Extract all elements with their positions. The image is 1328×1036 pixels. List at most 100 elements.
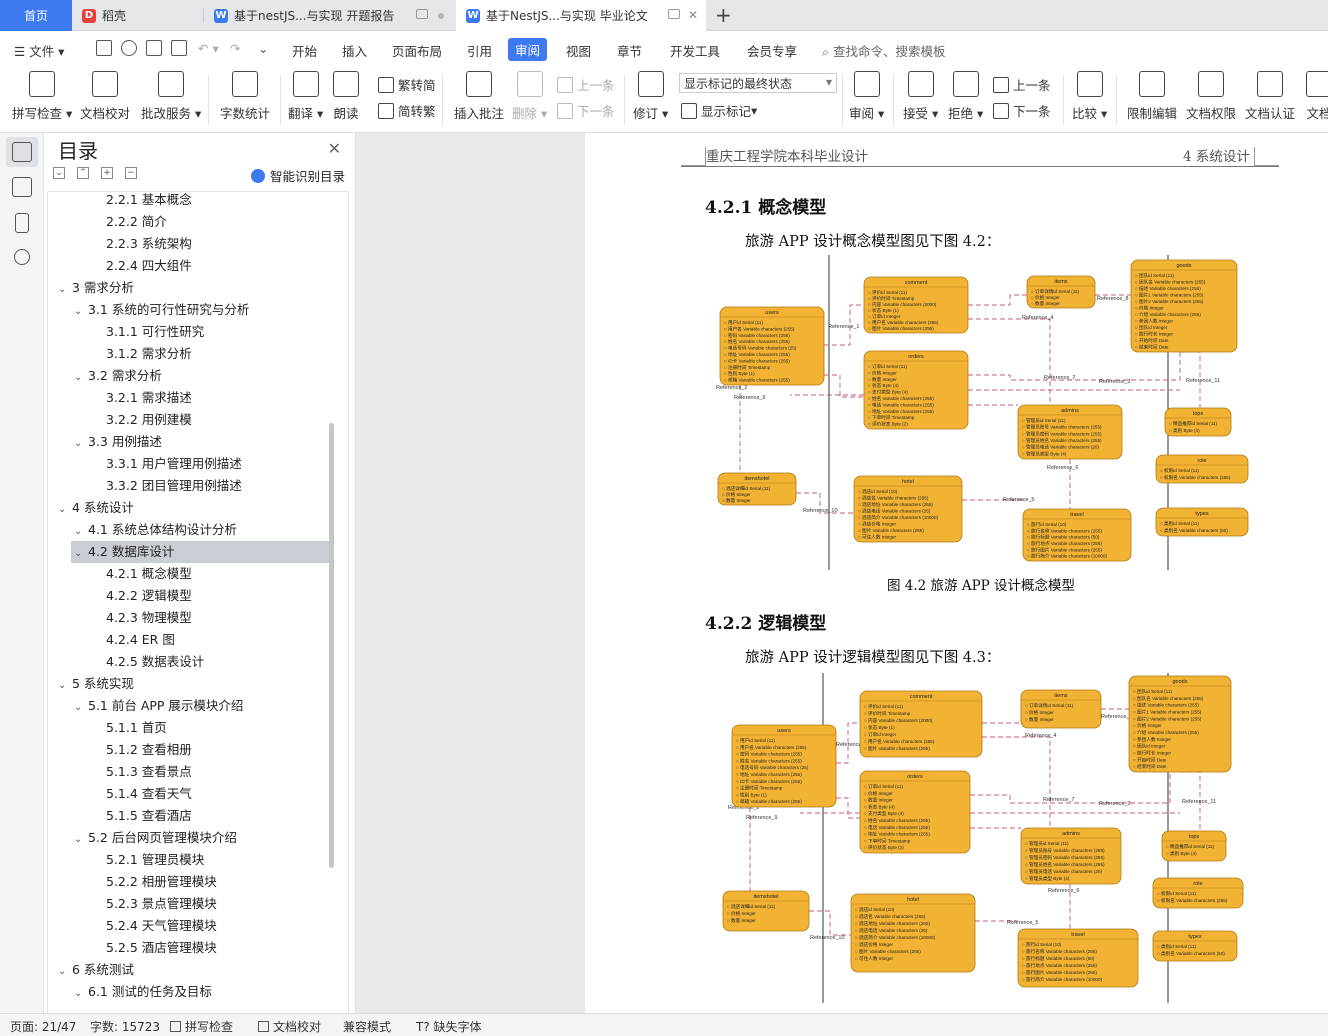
- chevron-down-icon[interactable]: ⌄: [74, 433, 88, 455]
- toc-item[interactable]: ⌄ 3.2 需求分析: [48, 365, 330, 387]
- toc-item[interactable]: 3.3.1 用户管理用例描述: [48, 453, 330, 475]
- tab-thesis[interactable]: W 基于NestJS...与实现 毕业论文 ✕: [456, 0, 706, 31]
- insert-comment-button[interactable]: 插入批注: [454, 71, 504, 122]
- menu-layout[interactable]: 页面布局: [392, 41, 442, 60]
- chevron-down-icon[interactable]: ⌄: [58, 499, 72, 521]
- prev-change-button[interactable]: 上一条: [993, 75, 1051, 94]
- missing-font[interactable]: T? 缺失字体: [416, 1018, 482, 1035]
- save-icon[interactable]: [96, 40, 112, 56]
- toc-item[interactable]: 2.2.3 系统架构: [48, 233, 330, 255]
- tab-close-icon[interactable]: ✕: [688, 8, 698, 22]
- bookmark-icon[interactable]: [15, 213, 29, 233]
- toc-item[interactable]: 4.2.3 物理模型: [48, 607, 330, 629]
- doc-cert-button[interactable]: 文档认证: [1245, 71, 1295, 122]
- markup-state-select[interactable]: 显示标记的最终状态 ▾: [679, 73, 837, 93]
- toc-item[interactable]: 4.2.4 ER 图: [48, 629, 330, 651]
- delete-comment-button[interactable]: 删除 ▾: [512, 71, 547, 122]
- toc-item[interactable]: 4.2.1 概念模型: [48, 563, 330, 585]
- compare-button[interactable]: 比较 ▾: [1072, 71, 1107, 122]
- toc-item[interactable]: ⌄ 3.1 系统的可行性研究与分析: [48, 299, 330, 321]
- file-menu[interactable]: ☰ 文件 ▾: [14, 41, 64, 60]
- menu-developer[interactable]: 开发工具: [670, 41, 720, 60]
- collapse-all-icon[interactable]: ⌄: [53, 167, 65, 179]
- accept-button[interactable]: 接受 ▾: [903, 71, 938, 122]
- word-count-button[interactable]: 字数统计: [220, 71, 270, 122]
- doc-proof-button[interactable]: 文档校对: [80, 71, 130, 122]
- translate-button[interactable]: 翻译 ▾: [288, 71, 323, 122]
- page-indicator[interactable]: 页面: 21/47: [10, 1018, 76, 1035]
- simp-to-trad-button[interactable]: 简转繁: [378, 101, 436, 120]
- toc-item[interactable]: ⌄ 4 系统设计: [48, 497, 330, 519]
- chevron-down-icon[interactable]: ⌄: [58, 675, 72, 697]
- status-spell-check[interactable]: 拼写检查: [170, 1018, 233, 1035]
- undo-icon[interactable]: ↶ ▾: [198, 41, 219, 56]
- toc-item[interactable]: 4.2.2 逻辑模型: [48, 585, 330, 607]
- menu-view[interactable]: 视图: [566, 41, 591, 60]
- toc-item[interactable]: 5.2.3 景点管理模块: [48, 893, 330, 915]
- track-changes-button[interactable]: 修订 ▾: [633, 71, 668, 122]
- prev-comment-button[interactable]: 上一条: [557, 75, 615, 94]
- tab-proposal[interactable]: W 基于nestJS...与实现 开题报告: [204, 0, 454, 31]
- command-search[interactable]: ⌕ 查找命令、搜索模板: [822, 41, 946, 60]
- toc-item[interactable]: 2.2.1 基本概念: [48, 192, 330, 211]
- redo-icon[interactable]: ↷: [230, 41, 240, 56]
- toc-item[interactable]: ⌄ 5.2 后台网页管理模块介绍: [48, 827, 330, 849]
- menu-references[interactable]: 引用: [467, 41, 492, 60]
- toc-icon[interactable]: [12, 142, 32, 162]
- search-icon[interactable]: [14, 249, 30, 265]
- toc-item[interactable]: 5.1.5 查看酒店: [48, 805, 330, 827]
- tab-docer[interactable]: D 稻壳: [72, 0, 202, 31]
- new-tab-button[interactable]: +: [715, 3, 732, 27]
- toc-item[interactable]: 3.2.1 需求描述: [48, 387, 330, 409]
- toc-item[interactable]: 3.2.2 用例建模: [48, 409, 330, 431]
- word-count-indicator[interactable]: 字数: 15723: [90, 1018, 160, 1035]
- doc-rights-button[interactable]: 文档权限: [1186, 71, 1236, 122]
- chevron-down-icon[interactable]: ⌄: [74, 301, 88, 323]
- toc-item[interactable]: 5.2.2 相册管理模块: [48, 871, 330, 893]
- quick-access-more-icon[interactable]: ⌄: [258, 41, 268, 56]
- toc-item[interactable]: 3.1.1 可行性研究: [48, 321, 330, 343]
- toc-item[interactable]: 5.1.3 查看景点: [48, 761, 330, 783]
- chevron-down-icon[interactable]: ⌄: [74, 829, 88, 851]
- restrict-edit-button[interactable]: 限制编辑: [1127, 71, 1177, 122]
- menu-insert[interactable]: 插入: [342, 41, 367, 60]
- status-doc-proof[interactable]: 文档校对: [258, 1018, 321, 1035]
- toc-item[interactable]: ⌄ 5 系统实现: [48, 673, 330, 695]
- tab-pin-icon[interactable]: [416, 9, 428, 19]
- toc-item[interactable]: ⌄ 4.1 系统总体结构设计分析: [48, 519, 330, 541]
- spell-check-button[interactable]: 拼写检查 ▾: [12, 71, 72, 122]
- chevron-down-icon[interactable]: ⌄: [74, 367, 88, 389]
- next-change-button[interactable]: 下一条: [993, 101, 1051, 120]
- toc-item[interactable]: 4.2.5 数据表设计: [48, 651, 330, 673]
- chevron-down-icon[interactable]: ⌄: [58, 961, 72, 983]
- toc-item[interactable]: 5.1.2 查看相册: [48, 739, 330, 761]
- chapter-icon[interactable]: [12, 177, 32, 197]
- doc-more-button[interactable]: 文档: [1306, 71, 1328, 122]
- toc-item[interactable]: ⌄ 6 系统测试: [48, 959, 330, 981]
- close-icon[interactable]: ✕: [328, 139, 341, 158]
- toc-item[interactable]: ⌄ 6.1 测试的任务及目标: [48, 981, 330, 1003]
- toc-item[interactable]: 3.1.2 需求分析: [48, 343, 330, 365]
- toc-scrollbar[interactable]: [329, 423, 334, 868]
- annot-service-button[interactable]: 批改服务 ▾: [141, 71, 201, 122]
- chevron-down-icon[interactable]: ⌄: [74, 543, 88, 565]
- menu-member[interactable]: 会员专享: [747, 41, 797, 60]
- trad-to-simp-button[interactable]: 繁转简: [378, 75, 436, 94]
- toc-item[interactable]: 5.1.1 首页: [48, 717, 330, 739]
- tab-home[interactable]: 首页: [0, 0, 72, 31]
- menu-review[interactable]: 审阅: [508, 38, 548, 61]
- show-markup-button[interactable]: 显示标记 ▾: [681, 101, 757, 120]
- toc-item[interactable]: 3.3.2 团目管理用例描述: [48, 475, 330, 497]
- print-preview-icon[interactable]: [171, 40, 187, 56]
- chevron-down-icon[interactable]: ⌄: [74, 697, 88, 719]
- toc-item[interactable]: 5.2.4 天气管理模块: [48, 915, 330, 937]
- export-icon[interactable]: [121, 40, 137, 56]
- toc-item[interactable]: 5.2.5 酒店管理模块: [48, 937, 330, 959]
- next-comment-button[interactable]: 下一条: [557, 101, 615, 120]
- reject-button[interactable]: 拒绝 ▾: [948, 71, 983, 122]
- toc-item[interactable]: ⌄ 4.2 数据库设计: [71, 541, 330, 563]
- tab-pin-icon[interactable]: [668, 9, 680, 19]
- toc-item[interactable]: 5.1.4 查看天气: [48, 783, 330, 805]
- smart-toc-button[interactable]: 智能识别目录: [250, 166, 345, 185]
- chevron-down-icon[interactable]: ⌄: [74, 521, 88, 543]
